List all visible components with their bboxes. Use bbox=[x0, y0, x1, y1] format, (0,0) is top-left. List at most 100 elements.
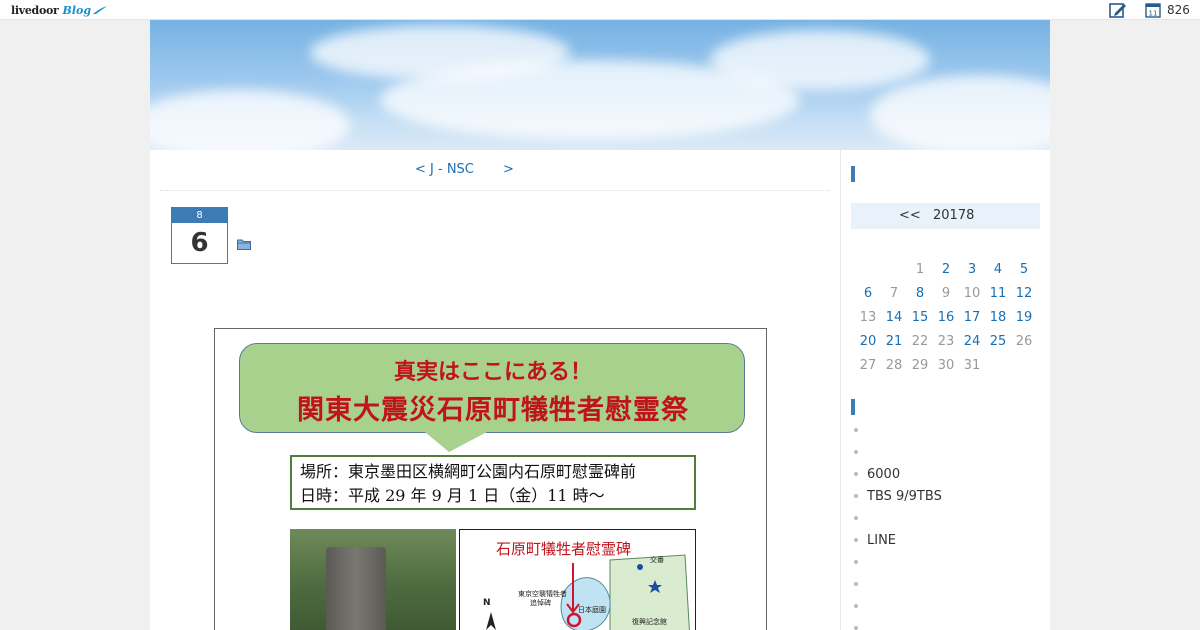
poster-date-line: 日時：平成 29 年 9 月 1 日（金）11 時～ bbox=[300, 486, 605, 505]
poster-headline-2: 関東大震災石原町犠牲者慰霊祭 bbox=[297, 395, 689, 426]
calendar-day: 28 bbox=[885, 358, 903, 373]
recent-articles-list: 6000 TBS 9/9TBS LINE bbox=[851, 420, 1041, 630]
bullet-icon bbox=[854, 494, 858, 498]
calendar-day: 30 bbox=[937, 358, 955, 373]
bullet-icon bbox=[854, 626, 858, 630]
calendar-day: 23 bbox=[937, 334, 955, 349]
nav-divider bbox=[160, 190, 830, 191]
recent-article-item[interactable]: 6000 bbox=[851, 464, 1041, 486]
recent-article-title: TBS 9/9TBS bbox=[867, 489, 942, 504]
calendar-month-label: 20178 bbox=[933, 208, 975, 223]
recent-article-item[interactable]: TBS 9/9TBS bbox=[851, 486, 1041, 508]
bullet-icon bbox=[854, 560, 858, 564]
calendar-day[interactable]: 17 bbox=[959, 306, 985, 330]
poster-headline-1: 真実はここにある！ bbox=[393, 359, 592, 385]
logo-blog-text: Blog bbox=[62, 3, 92, 17]
recent-article-item[interactable] bbox=[851, 596, 1041, 618]
edit-post-icon[interactable] bbox=[1109, 2, 1127, 18]
poster-speech-bubble: 真実はここにある！ 関東大震災石原町犠牲者慰霊祭 bbox=[239, 343, 745, 433]
calendar-day[interactable]: 15 bbox=[907, 306, 933, 330]
calendar-day[interactable]: 11 bbox=[985, 282, 1011, 306]
calendar-day: 26 bbox=[1015, 334, 1033, 349]
calendar-week-row: 12345 bbox=[851, 258, 1040, 282]
calendar-day[interactable]: 12 bbox=[1011, 282, 1037, 306]
folder-icon[interactable] bbox=[237, 238, 251, 250]
calendar-day[interactable]: 8 bbox=[907, 282, 933, 306]
livedoor-blog-logo[interactable]: livedoor Blog bbox=[11, 1, 108, 19]
calendar-day: 10 bbox=[963, 286, 981, 301]
calendar-header: << 20178 bbox=[851, 203, 1040, 229]
bullet-icon bbox=[854, 428, 858, 432]
event-poster-image[interactable]: 真実はここにある！ 関東大震災石原町犠牲者慰霊祭 場所：東京墨田区横網町公園内石… bbox=[214, 328, 767, 630]
bullet-icon bbox=[854, 582, 858, 586]
calendar-week-row: 6 7 8 9 10 11 12 bbox=[851, 282, 1040, 306]
main-content: < J - NSC > 8 6 真実はここにある！ 関東大震災石原町犠牲者慰霊祭… bbox=[160, 150, 830, 630]
calendar-day[interactable]: 16 bbox=[933, 306, 959, 330]
sidebar: << 20178 1 2 3 4 5 6 7 8 9 10 11 12 13 14 15 16 17 18 19 20… bbox=[840, 150, 1050, 630]
cloud-decoration bbox=[710, 30, 930, 90]
recent-article-title: LINE bbox=[867, 533, 897, 548]
reader-count[interactable]: 826 bbox=[1167, 2, 1190, 18]
bird-icon bbox=[93, 6, 108, 14]
calendar-week-row: 27 28 29 30 31 bbox=[851, 354, 1040, 378]
article-nav: < J - NSC > bbox=[160, 162, 830, 180]
memorial-stone bbox=[326, 547, 386, 630]
map-north-marker: N bbox=[483, 598, 491, 608]
calendar-day: 27 bbox=[859, 358, 877, 373]
recent-article-item[interactable] bbox=[851, 508, 1041, 530]
recent-article-item[interactable]: LINE bbox=[851, 530, 1041, 552]
calendar-icon-day: 11 bbox=[1149, 10, 1158, 18]
calendar-day[interactable]: 21 bbox=[881, 330, 907, 354]
calendar-day: 1 bbox=[915, 262, 925, 277]
blog-header-banner[interactable] bbox=[150, 20, 1050, 150]
calendar-day[interactable]: 4 bbox=[985, 258, 1011, 282]
calendar-day: 9 bbox=[941, 286, 951, 301]
compass-icon bbox=[486, 612, 496, 630]
sidebar-heading-mark bbox=[851, 166, 855, 182]
bullet-icon bbox=[854, 516, 858, 520]
map-label-museum: 復興記念館 bbox=[632, 618, 667, 626]
calendar-day[interactable]: 18 bbox=[985, 306, 1011, 330]
poster-info-box: 場所：東京墨田区横網町公園内石原町慰霊碑前 日時：平成 29 年 9 月 1 日… bbox=[290, 455, 696, 510]
top-bar: livedoor Blog 11 826 bbox=[0, 0, 1200, 20]
post-date-badge: 8 6 bbox=[171, 207, 228, 264]
calendar-day[interactable]: 6 bbox=[855, 282, 881, 306]
calendar-day[interactable]: 25 bbox=[985, 330, 1011, 354]
calendar-day: 31 bbox=[963, 358, 981, 373]
calendar-day: 7 bbox=[889, 286, 899, 301]
recent-article-item[interactable] bbox=[851, 618, 1041, 630]
calendar-day: 22 bbox=[911, 334, 929, 349]
calendar-prev-link[interactable]: << bbox=[899, 203, 921, 229]
cloud-decoration bbox=[870, 75, 1050, 150]
calendar-day[interactable]: 2 bbox=[933, 258, 959, 282]
calendar-week-row: 13 14 15 16 17 18 19 bbox=[851, 306, 1040, 330]
calendar-icon[interactable]: 11 bbox=[1145, 2, 1161, 18]
poster-place-line: 場所：東京墨田区横網町公園内石原町慰霊碑前 bbox=[300, 462, 637, 481]
calendar-day[interactable]: 24 bbox=[959, 330, 985, 354]
bullet-icon bbox=[854, 450, 858, 454]
map-label-koban: 交番 bbox=[650, 556, 664, 564]
calendar-grid: 1 2 3 4 5 6 7 8 9 10 11 12 13 14 15 16 17 18 19 20 21 22 23 24 2… bbox=[851, 258, 1040, 378]
logo-livedoor-text: livedoor bbox=[11, 3, 59, 17]
calendar-day[interactable]: 20 bbox=[855, 330, 881, 354]
calendar-day[interactable]: 14 bbox=[881, 306, 907, 330]
calendar-day[interactable]: 19 bbox=[1011, 306, 1037, 330]
memorial-photo bbox=[290, 529, 456, 630]
cloud-decoration bbox=[150, 90, 350, 150]
recent-article-item[interactable] bbox=[851, 442, 1041, 464]
next-article-link[interactable]: > bbox=[503, 162, 514, 177]
recent-article-item[interactable] bbox=[851, 552, 1041, 574]
post-date-month: 8 bbox=[172, 208, 227, 223]
map-label-memorial-1: 東京空襲犠牲者 bbox=[518, 590, 567, 598]
prev-article-link[interactable]: < J - NSC bbox=[415, 162, 474, 177]
sidebar-heading-mark bbox=[851, 399, 855, 415]
bullet-icon bbox=[854, 472, 858, 476]
calendar-day[interactable]: 5 bbox=[1011, 258, 1037, 282]
recent-article-item[interactable] bbox=[851, 420, 1041, 442]
bullet-icon bbox=[854, 604, 858, 608]
calendar-day[interactable]: 3 bbox=[959, 258, 985, 282]
recent-article-item[interactable] bbox=[851, 574, 1041, 596]
bullet-icon bbox=[854, 538, 858, 542]
recent-article-title: 6000 bbox=[867, 467, 901, 482]
map-label-garden: 日本庭園 bbox=[578, 606, 606, 614]
